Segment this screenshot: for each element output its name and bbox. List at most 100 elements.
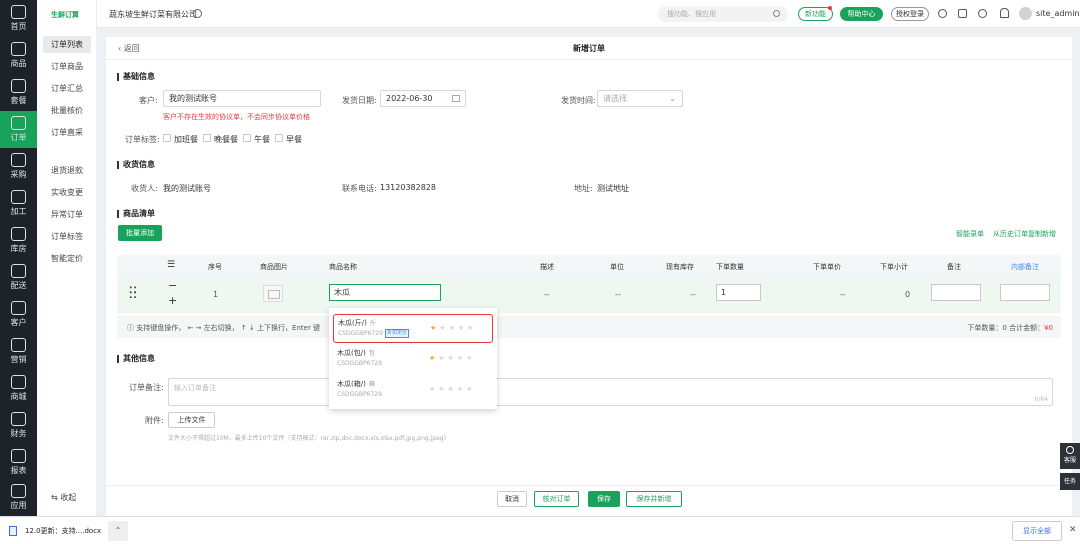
receiver-label: 收货人: xyxy=(131,184,158,193)
switch-company-icon[interactable] xyxy=(193,9,202,18)
tag-checkbox-dinner[interactable] xyxy=(203,134,211,142)
ship-time-select[interactable]: 请选择 ⌄ xyxy=(597,90,683,107)
download-file[interactable]: 12.0更新：支持....docx xyxy=(25,526,101,536)
search-input[interactable]: 搜功能、搜应用 xyxy=(658,6,788,22)
main-content: ‹ 返回 新增订单 基础信息 客户: 我的测试账号 客户不存在生效的协议单，不会… xyxy=(106,37,1072,516)
suggestion-item[interactable]: 木瓜(包/) 包 CSDGGBP6729 ★★★★★ xyxy=(333,345,493,374)
weibo-icon[interactable] xyxy=(958,9,967,18)
top-bar: 蔬东坡生鲜订菜有限公司 搜功能、搜应用 新功能 帮助中心 授权登录 site_a… xyxy=(97,0,1080,28)
customer-service-button[interactable]: 客服 xyxy=(1060,443,1080,469)
drag-handle-icon[interactable]: ⁚⁚ ⁚⁚ xyxy=(129,287,137,301)
sub-item-order-goods[interactable]: 订单商品 xyxy=(43,58,91,75)
col-header: 现有库存 xyxy=(666,263,694,271)
nav-item-purchase[interactable]: 采购 xyxy=(0,148,37,185)
star-icon: ★ xyxy=(430,324,440,332)
goods-suggestion-dropdown: 木瓜(斤/) 斤 CSDGGBP6729 折扣定价 ★★★★★ 木瓜(包/) 包 C… xyxy=(329,308,497,409)
nav-item-marketing[interactable]: 营销 xyxy=(0,333,37,370)
sub-item-batch-price[interactable]: 批量核价 xyxy=(43,102,91,119)
sub-item-tags[interactable]: 订单标签 xyxy=(43,228,91,245)
col-header: 序号 xyxy=(208,263,222,271)
apps-icon xyxy=(11,484,26,498)
check-order-button[interactable]: 核对订单 xyxy=(534,491,579,507)
rating-stars: ★★★★★ xyxy=(430,324,477,332)
sub-item-order-summary[interactable]: 订单汇总 xyxy=(43,80,91,97)
avatar[interactable] xyxy=(1019,7,1032,20)
tag-checkbox-overtime[interactable] xyxy=(163,134,171,142)
internal-remark-input[interactable] xyxy=(1000,284,1050,301)
remark-input[interactable] xyxy=(931,284,981,301)
copy-history-link[interactable]: 从历史订单复制新增 xyxy=(993,229,1056,239)
new-feature-button[interactable]: 新功能 xyxy=(798,6,833,21)
nav-item-mall[interactable]: 商城 xyxy=(0,370,37,407)
sub-item-abnormal[interactable]: 异常订单 xyxy=(43,206,91,223)
collapse-button[interactable]: ⇆ 收起 xyxy=(51,492,76,503)
nav-item-report[interactable]: 报表 xyxy=(0,444,37,481)
order-icon xyxy=(11,116,26,130)
help-center-button[interactable]: 帮助中心 xyxy=(840,7,883,21)
sub-item-smart-pricing[interactable]: 智能定价 xyxy=(43,250,91,267)
tag-label: 午餐 xyxy=(254,135,270,144)
cart-icon xyxy=(11,153,26,167)
order-remark-textarea[interactable]: 输入订单备注 0/64 xyxy=(168,378,1053,406)
tag-checkbox-breakfast[interactable] xyxy=(275,134,283,142)
nav-item-delivery[interactable]: 配送 xyxy=(0,259,37,296)
tags-label: 订单标签: xyxy=(125,135,160,144)
sub-item-direct-purchase[interactable]: 订单直采 xyxy=(43,124,91,141)
tag-label: 早餐 xyxy=(286,135,302,144)
nav-item-package[interactable]: 套餐 xyxy=(0,74,37,111)
compass-icon[interactable] xyxy=(978,9,987,18)
suggestion-unit: 包 xyxy=(368,350,375,357)
chevron-up-icon[interactable]: ⌃ xyxy=(108,521,128,541)
remove-row-button[interactable]: − xyxy=(168,279,177,292)
close-icon[interactable]: ✕ xyxy=(1069,525,1077,535)
nav-item-process[interactable]: 加工 xyxy=(0,185,37,222)
download-bar: 12.0更新：支持....docx ⌃ 显示全部 ✕ xyxy=(0,516,1080,544)
chat-icon xyxy=(1066,446,1074,454)
nav-item-goods[interactable]: 商品 xyxy=(0,37,37,74)
goods-name-input[interactable]: 木瓜 xyxy=(329,284,441,301)
tag-checkbox-lunch[interactable] xyxy=(243,134,251,142)
attach-label: 附件: xyxy=(145,416,164,425)
show-all-button[interactable]: 显示全部 xyxy=(1012,521,1062,541)
username[interactable]: site_admin xyxy=(1036,9,1080,18)
menu-icon[interactable]: ☰ xyxy=(167,260,175,270)
save-button[interactable]: 保存 xyxy=(588,491,620,507)
save-and-add-button[interactable]: 保存并新增 xyxy=(626,491,682,507)
suggestion-item[interactable]: 木瓜(斤/) 斤 CSDGGBP6729 折扣定价 ★★★★★ xyxy=(333,314,493,343)
cancel-button[interactable]: 取消 xyxy=(497,491,527,507)
smart-entry-link[interactable]: 智能录单 xyxy=(956,229,984,239)
ship-time-label: 发货时间: xyxy=(561,96,596,105)
nav-item-customer[interactable]: 客户 xyxy=(0,296,37,333)
col-header: 下单数量 xyxy=(716,263,744,271)
customer-icon xyxy=(11,301,26,315)
col-header: 描述 xyxy=(540,263,554,271)
rating-stars: ★★★★★ xyxy=(429,385,476,393)
warehouse-icon xyxy=(11,227,26,241)
company-name: 蔬东坡生鲜订菜有限公司 xyxy=(109,10,197,19)
internal-remark-link[interactable]: 内部备注 xyxy=(1011,262,1039,272)
customer-select[interactable]: 我的测试账号 xyxy=(163,90,321,107)
add-row-button[interactable]: + xyxy=(168,294,177,307)
batch-add-button[interactable]: 批量添加 xyxy=(118,225,162,241)
customer-warning: 客户不存在生效的协议单，不会同步协议单价格 xyxy=(163,113,310,121)
address-label: 地址: xyxy=(574,184,593,193)
bell-icon[interactable] xyxy=(1000,8,1009,18)
nav-item-apps[interactable]: 应用 xyxy=(0,479,37,516)
sub-item-receipt-change[interactable]: 实收变更 xyxy=(43,184,91,201)
nav-item-finance[interactable]: 财务 xyxy=(0,407,37,444)
nav-item-home[interactable]: 首页 xyxy=(0,0,37,37)
play-icon[interactable] xyxy=(938,9,947,18)
nav-item-order[interactable]: 订单 xyxy=(0,111,37,148)
auth-login-button[interactable]: 授权登录 xyxy=(891,7,929,21)
qty-input[interactable]: 1 xyxy=(716,284,761,301)
sub-item-order-list[interactable]: 订单列表 xyxy=(43,36,91,53)
nav-item-warehouse[interactable]: 库房 xyxy=(0,222,37,259)
sub-item-refund[interactable]: 退货退款 xyxy=(43,162,91,179)
suggestion-code: CSDGGBP6729 xyxy=(338,330,383,337)
suggestion-item[interactable]: 木瓜(箱/) 箱 CSDGGBP6729 ★★★★★ xyxy=(333,376,493,405)
task-button[interactable]: 任务 xyxy=(1060,473,1080,490)
upload-button[interactable]: 上传文件 xyxy=(168,412,215,428)
ship-date-picker[interactable]: 2022-06-30 xyxy=(380,90,466,107)
suggestion-name: 木瓜(箱/) xyxy=(337,380,366,388)
col-header: 下单单价 xyxy=(813,263,841,271)
